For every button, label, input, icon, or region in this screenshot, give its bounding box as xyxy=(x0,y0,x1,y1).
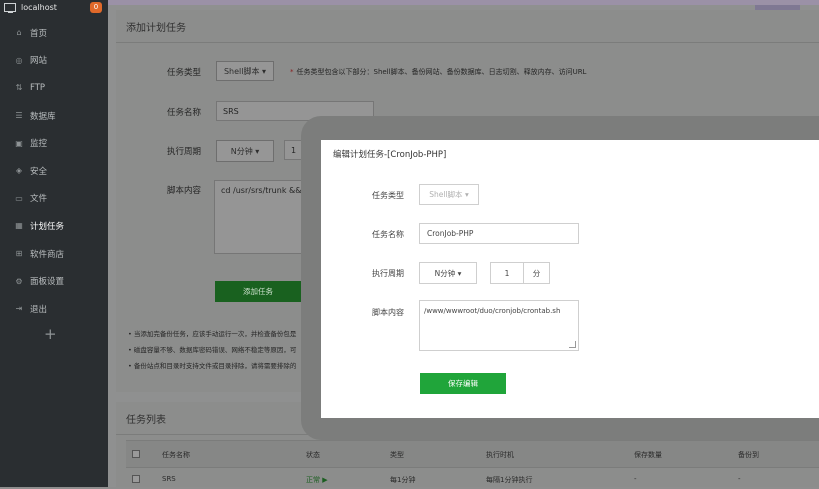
modal-type-label: 任务类型 xyxy=(372,191,404,200)
modal-script-textarea[interactable]: /www/wwwroot/duo/cronjob/crontab.sh xyxy=(419,300,579,351)
sidebar-item-label: 退出 xyxy=(30,304,48,315)
note-1-text: 当添加完备份任务，应该手动运行一次，并检查备份包是 xyxy=(133,330,297,338)
note-3-text: 备份站点和目录时支持文件或目录排除，请将需要排除的 xyxy=(133,362,297,370)
modal-script-text: /www/wwwroot/duo/cronjob/crontab.sh xyxy=(424,307,561,315)
sidebar-item-9[interactable]: ⚙ 面板设置 xyxy=(0,267,108,295)
gear-icon: ⚙ xyxy=(15,276,23,286)
sidebar-item-3[interactable]: ☰ 数据库 xyxy=(0,102,108,130)
sidebar-menu: ⌂ 首页 ◎ 网站 ⇅ FTP ☰ 数据库 ▣ 监控 ◈ 安全 ▭ 文件 ▦ 计划任务 ⊞ 软件商店 ⚙ 面板设置 ⇥ 退… xyxy=(0,19,108,323)
sidebar-item-5[interactable]: ◈ 安全 xyxy=(0,157,108,185)
logout-icon: ⇥ xyxy=(15,304,23,314)
monitor-icon: ▣ xyxy=(15,138,23,148)
type-label: 任务类型 xyxy=(167,68,202,78)
row-backup: - xyxy=(738,475,741,483)
host-name: localhost xyxy=(21,2,57,12)
type-hint-text: 任务类型包含以下部分：Shell脚本、备份网站、备份数据库、日志切割、释放内存、… xyxy=(296,68,587,76)
period-select-value: N分钟 xyxy=(230,146,253,156)
sidebar-item-label: 数据库 xyxy=(30,111,56,122)
folder-icon: ▭ xyxy=(15,193,23,203)
row-when: 每隔1分钟执行 xyxy=(486,476,533,484)
row-checkbox[interactable] xyxy=(132,475,140,483)
modal-type-select-value: Shell脚本 xyxy=(429,190,463,199)
sidebar-item-label: 首页 xyxy=(30,28,48,39)
sidebar-item-10[interactable]: ⇥ 退出 xyxy=(0,295,108,323)
edit-task-modal: 编辑计划任务-[CronJob-PHP] 任务类型 Shell脚本 ▾ 任务名称… xyxy=(321,140,819,418)
note-3: • 备份站点和目录时支持文件或目录排除，请将需要排除的 xyxy=(128,362,297,370)
shield-icon: ◈ xyxy=(15,166,23,176)
monitor-icon xyxy=(4,2,16,13)
home-icon: ⌂ xyxy=(16,28,22,38)
modal-period-number-input[interactable]: 1 xyxy=(490,262,524,284)
sidebar-item-7[interactable]: ▦ 计划任务 xyxy=(0,212,108,240)
col-when: 执行时机 xyxy=(486,451,514,459)
sidebar-item-6[interactable]: ▭ 文件 xyxy=(0,185,108,213)
type-hint: * 任务类型包含以下部分：Shell脚本、备份网站、备份数据库、日志切割、释放内存… xyxy=(290,68,587,76)
period-label: 执行周期 xyxy=(167,147,202,157)
modal-script-label: 脚本内容 xyxy=(372,308,404,317)
ftp-icon: ⇅ xyxy=(15,83,23,93)
caret-down-icon: ▾ xyxy=(252,146,260,156)
server-header[interactable]: localhost 0 xyxy=(0,0,108,14)
script-label: 脚本内容 xyxy=(167,186,202,196)
sidebar-item-label: 软件商店 xyxy=(30,249,65,260)
play-icon: ▶ xyxy=(322,476,328,484)
row-type: 每1分钟 xyxy=(390,476,416,484)
sidebar-item-0[interactable]: ⌂ 首页 xyxy=(0,19,108,47)
type-select-value: Shell脚本 xyxy=(223,66,260,76)
sidebar-item-1[interactable]: ◎ 网站 xyxy=(0,47,108,75)
modal-period-label: 执行周期 xyxy=(372,269,404,278)
row-name: SRS xyxy=(162,475,176,483)
caret-down-icon: ▾ xyxy=(462,190,469,199)
col-type: 类型 xyxy=(390,451,404,459)
row-status-text: 正常 xyxy=(306,476,320,484)
sidebar: localhost 0 ⌂ 首页 ◎ 网站 ⇅ FTP ☰ 数据库 ▣ 监控 ◈ 安全 ▭ 文件 ▦ 计划任务… xyxy=(0,0,108,487)
row-status[interactable]: 正常 ▶ xyxy=(306,475,328,485)
select-all-checkbox[interactable] xyxy=(132,450,140,458)
col-status: 状态 xyxy=(306,451,320,459)
modal-type-select: Shell脚本 ▾ xyxy=(419,184,479,205)
notification-badge[interactable]: 0 xyxy=(90,1,102,13)
note-2: • 磁盘容量不够、数据库密码错误、网络不稳定等原因，可 xyxy=(128,346,297,354)
globe-icon: ◎ xyxy=(15,55,23,65)
modal-name-input[interactable]: CronJob-PHP xyxy=(419,223,579,244)
type-select[interactable]: Shell脚本 ▾ xyxy=(216,61,274,81)
resize-handle-icon[interactable] xyxy=(569,341,576,348)
caret-down-icon: ▾ xyxy=(259,66,267,76)
period-select[interactable]: N分钟 ▾ xyxy=(216,140,274,162)
col-name: 任务名称 xyxy=(162,451,190,459)
add-task-button[interactable]: 添加任务 xyxy=(215,281,301,302)
col-keep: 保存数量 xyxy=(634,451,662,459)
sidebar-item-8[interactable]: ⊞ 软件商店 xyxy=(0,240,108,268)
top-strip xyxy=(108,0,819,5)
note-1: • 当添加完备份任务，应该手动运行一次，并检查备份包是 xyxy=(128,330,297,338)
modal-period-unit: 分 xyxy=(523,262,550,284)
sidebar-item-label: 安全 xyxy=(30,166,48,177)
modal-title: 编辑计划任务-[CronJob-PHP] xyxy=(333,150,447,160)
database-icon: ☰ xyxy=(15,111,23,121)
sidebar-item-label: 网站 xyxy=(30,56,48,67)
sidebar-item-label: 计划任务 xyxy=(30,221,65,232)
modal-period-select-value: N分钟 xyxy=(434,268,456,278)
table-header: 任务名称 状态 类型 执行时机 保存数量 备份到 xyxy=(126,440,819,468)
caret-down-icon: ▾ xyxy=(455,268,462,278)
note-2-text: 磁盘容量不够、数据库密码错误、网络不稳定等原因，可 xyxy=(133,346,297,354)
sidebar-item-label: FTP xyxy=(30,82,46,93)
sidebar-item-label: 监控 xyxy=(30,139,48,150)
sidebar-item-4[interactable]: ▣ 监控 xyxy=(0,129,108,157)
modal-period-select[interactable]: N分钟 ▾ xyxy=(419,262,477,284)
sidebar-item-2[interactable]: ⇅ FTP xyxy=(0,74,108,102)
save-edit-button[interactable]: 保存编辑 xyxy=(420,373,506,394)
sidebar-item-label: 文件 xyxy=(30,194,48,205)
row-keep: - xyxy=(634,475,637,483)
modal-name-label: 任务名称 xyxy=(372,230,404,239)
col-backup: 备份到 xyxy=(738,451,759,459)
table-row: SRS 正常 ▶ 每1分钟 每隔1分钟执行 - - xyxy=(126,467,819,489)
apps-icon: ⊞ xyxy=(15,249,23,259)
add-icon[interactable]: + xyxy=(44,325,57,343)
calendar-icon: ▦ xyxy=(15,221,23,231)
sidebar-item-label: 面板设置 xyxy=(30,277,65,288)
name-label: 任务名称 xyxy=(167,108,202,118)
add-task-title: 添加计划任务 xyxy=(116,10,819,43)
